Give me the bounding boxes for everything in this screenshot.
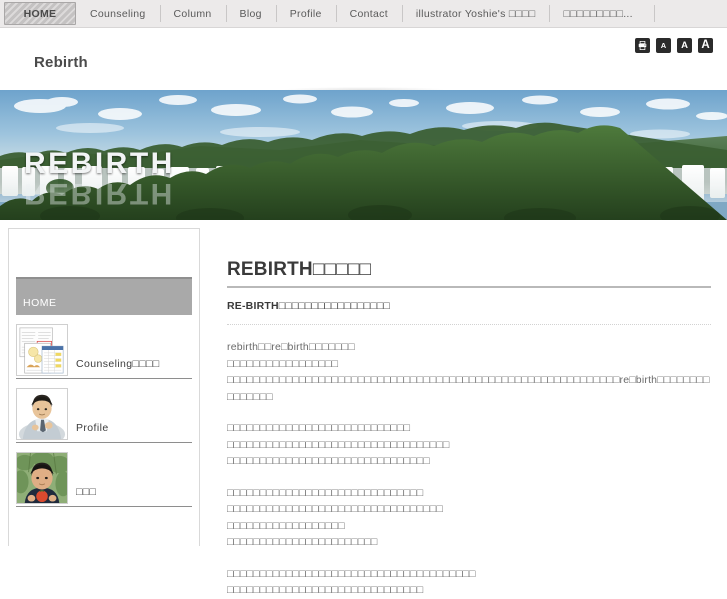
page-title: Rebirth xyxy=(34,54,88,71)
hero-banner: REBIRTH REBIRTH xyxy=(0,90,727,220)
content-paragraph: □□□□□□□□□□□□□□□□□□□□□□□□□□□□□□□□□□□□□□□□… xyxy=(227,567,476,597)
nav-item-label: Counseling xyxy=(90,7,146,20)
main-content: REBIRTH□□□□□ RE-BIRTH□□□□□□□□□□□□□□□□□ r… xyxy=(227,228,711,599)
nav-item-counseling[interactable]: Counseling xyxy=(76,0,160,27)
print-icon[interactable] xyxy=(635,38,650,53)
sidebar-item-label: □□□ xyxy=(76,486,97,498)
header-tools: A A A xyxy=(635,38,713,53)
nav-item-label: HOME xyxy=(23,7,57,20)
nav-item-contact[interactable]: Contact xyxy=(335,0,402,27)
page-body: HOME Counseling□□□□ Profile □□□ REBIRTH□… xyxy=(0,220,727,596)
nav-item-column[interactable]: Column xyxy=(159,0,226,27)
content-heading: REBIRTH□□□□□ xyxy=(227,259,711,288)
font-size-large-button[interactable]: A xyxy=(698,38,713,53)
font-size-small-button[interactable]: A xyxy=(656,38,671,53)
portrait-photo-icon xyxy=(16,452,68,504)
nav-item-label: Profile xyxy=(289,7,322,20)
nav-item-label: Contact xyxy=(349,7,388,20)
sidebar-item-third[interactable]: □□□ xyxy=(16,443,192,507)
nav-item-extra[interactable]: □□□□□□□□□... xyxy=(549,0,646,27)
nav-item-label: □□□□□□□□□... xyxy=(563,7,633,20)
hero-wordmark-reflection: REBIRTH xyxy=(24,177,175,210)
content-paragraph: rebirth□□re□birth□□□□□□□ □□□□□□□□□□□□□□□□… xyxy=(227,341,710,403)
nav-item-label: Column xyxy=(173,7,212,20)
content-subheading: RE-BIRTH□□□□□□□□□□□□□□□□□ xyxy=(227,300,711,326)
portrait-illustration-icon xyxy=(16,388,68,440)
nav-item-blog[interactable]: Blog xyxy=(225,0,276,27)
nav-item-home[interactable]: HOME xyxy=(4,2,76,25)
documents-thumbnail-icon xyxy=(16,324,68,376)
nav-item-illustrator-yoshie[interactable]: illustrator Yoshie's □□□□ xyxy=(401,0,550,27)
nav-item-label: Blog xyxy=(239,7,262,20)
sidebar-item-home[interactable]: HOME xyxy=(16,277,192,315)
sidebar-item-label: Counseling□□□□ xyxy=(76,358,160,370)
sidebar-item-label: Profile xyxy=(76,422,109,434)
sidebar: HOME Counseling□□□□ Profile □□□ xyxy=(8,228,200,546)
sidebar-item-label: HOME xyxy=(23,297,57,309)
nav-trailing-divider xyxy=(654,5,655,22)
nav-item-label: illustrator Yoshie's □□□□ xyxy=(415,7,536,20)
main-navigation: HOME Counseling Column Blog Profile Cont… xyxy=(0,0,727,28)
nav-item-profile[interactable]: Profile xyxy=(275,0,336,27)
content-paragraph: □□□□□□□□□□□□□□□□□□□□□□□□□□□□□□□□□□□□□□□□… xyxy=(227,486,443,549)
font-size-medium-button[interactable]: A xyxy=(677,38,692,53)
sidebar-item-counseling[interactable]: Counseling□□□□ xyxy=(16,315,192,379)
sidebar-item-profile[interactable]: Profile xyxy=(16,379,192,443)
content-paragraph: □□□□□□□□□□□□□□□□□□□□□□□□□□□□□□□□□□□□□□□□… xyxy=(227,422,450,468)
site-header: Rebirth A A A xyxy=(0,28,727,92)
